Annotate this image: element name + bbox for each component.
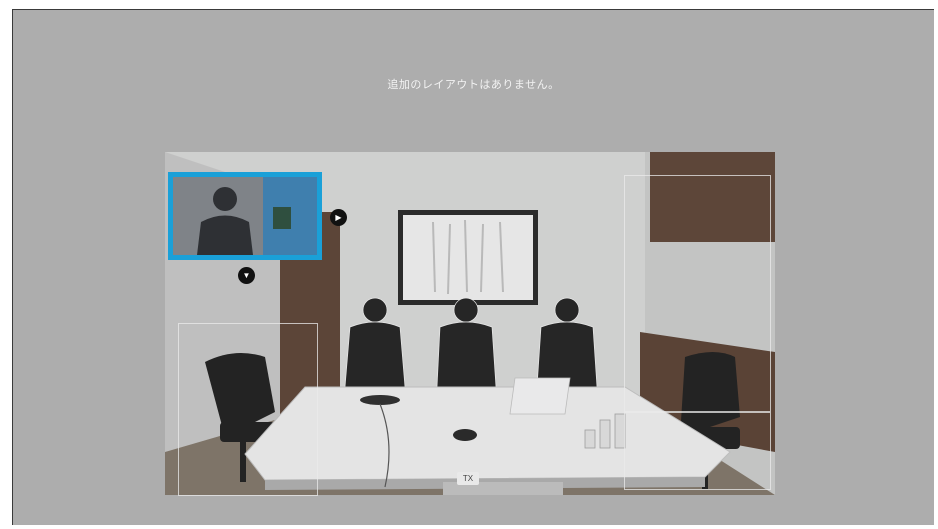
right-lower-zone-outline [624,412,771,490]
chevron-down-icon[interactable]: ▼ [238,267,255,284]
left-zone-outline [178,323,318,496]
no-layouts-message: 追加のレイアウトはありません。 [387,79,560,91]
pip-self-view[interactable] [168,172,322,260]
right-zone-outline [624,175,771,412]
chevron-right-icon[interactable]: ▶ [330,209,347,226]
table-microphone-label: TX [457,472,479,485]
